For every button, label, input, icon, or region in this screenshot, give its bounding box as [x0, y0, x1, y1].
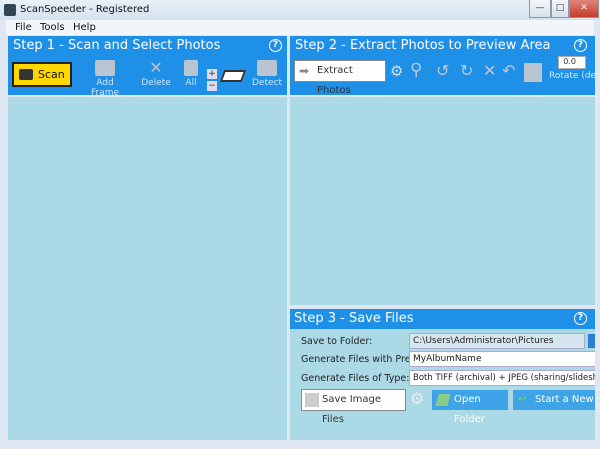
all-label: All: [185, 78, 197, 88]
delete-label: Delete: [141, 78, 171, 88]
new-scan-label: Start a New Scan: [535, 394, 595, 405]
step1-header: Step 1 - Scan and Select Photos ? Scan A…: [8, 36, 287, 98]
step1-title: Step 1 - Scan and Select Photos: [13, 38, 221, 53]
menu-help[interactable]: Help: [73, 22, 96, 33]
file-type-select[interactable]: Both TIFF (archival) + JPEG (sharing/sli…: [409, 370, 595, 386]
minimize-button[interactable]: —: [529, 0, 551, 18]
zoom-in-button[interactable]: +: [207, 69, 217, 79]
scanner-icon: [19, 69, 33, 80]
back-arrow-icon: ↩: [518, 394, 527, 405]
help-icon[interactable]: ?: [574, 39, 587, 52]
add-frame-icon: [95, 60, 115, 76]
browse-folder-button[interactable]: [588, 334, 595, 348]
rotate-left-icon[interactable]: ↺: [436, 61, 449, 80]
delete-button[interactable]: ✕ Delete: [140, 58, 172, 89]
check-page-icon: [184, 60, 198, 76]
extract-photos-button[interactable]: ➡ Extract Photos: [294, 60, 386, 96]
scan-label: Scan: [38, 68, 65, 81]
save-panel: Save to Folder: C:\Users\Administrator\P…: [290, 329, 595, 440]
select-all-button[interactable]: All: [180, 60, 202, 88]
settings-gear-icon[interactable]: ⚙: [410, 389, 424, 408]
folder-label: Save to Folder:: [301, 336, 373, 347]
step2-title: Step 2 - Extract Photos to Preview Area: [295, 38, 551, 53]
menu-file[interactable]: File: [15, 22, 32, 33]
scanner-bed-icon[interactable]: [219, 70, 247, 82]
detect-icon: [257, 60, 277, 76]
help-icon[interactable]: ?: [574, 312, 587, 325]
settings-gear-icon[interactable]: ⚙: [390, 62, 403, 80]
open-folder-label: Open Folder: [454, 394, 485, 425]
delete-x-icon[interactable]: ✕: [483, 61, 496, 80]
window-title: ScanSpeeder - Registered: [20, 4, 150, 15]
folder-icon: [435, 394, 451, 406]
arrow-right-icon: ➡: [299, 64, 310, 78]
prefix-input[interactable]: MyAlbumName: [409, 351, 595, 367]
rotate-right-icon[interactable]: ↻: [460, 61, 473, 80]
rotate-spinner[interactable]: 0.0: [558, 56, 586, 69]
scan-area[interactable]: [8, 97, 287, 440]
preview-area[interactable]: [290, 97, 595, 305]
magnifier-icon[interactable]: ⚲: [410, 60, 422, 80]
detect-label: Detect: [252, 78, 283, 88]
delete-x-icon: ✕: [149, 58, 163, 77]
title-bar: ScanSpeeder - Registered — □ ✕: [0, 0, 600, 20]
check-page-icon[interactable]: [524, 63, 542, 82]
zoom-out-button[interactable]: −: [207, 81, 217, 91]
add-frame-button[interactable]: Add Frame: [82, 60, 128, 98]
detect-button[interactable]: Detect: [252, 60, 282, 88]
folder-field[interactable]: C:\Users\Administrator\Pictures: [409, 333, 585, 349]
step3-title: Step 3 - Save Files: [294, 311, 414, 326]
save-image-files-button[interactable]: Save Image Files: [301, 389, 406, 425]
menu-bar: File Tools Help: [6, 20, 594, 35]
extract-label: Extract Photos: [317, 65, 353, 96]
type-label: Generate Files of Type:: [301, 373, 410, 384]
save-label: Save Image Files: [322, 394, 382, 425]
app-icon: [4, 4, 16, 16]
close-button[interactable]: ✕: [569, 0, 599, 18]
scan-button[interactable]: Scan: [12, 62, 72, 87]
help-icon[interactable]: ?: [269, 39, 282, 52]
start-new-scan-button[interactable]: ↩ Start a New Scan: [513, 390, 595, 410]
open-folder-button[interactable]: Open Folder: [432, 390, 508, 425]
maximize-button[interactable]: □: [551, 0, 569, 18]
step3-header: Step 3 - Save Files ?: [290, 309, 595, 329]
add-frame-label: Add Frame: [90, 78, 120, 98]
step2-header: Step 2 - Extract Photos to Preview Area …: [290, 36, 595, 96]
undo-icon[interactable]: ↶: [502, 61, 515, 80]
rotate-label: Rotate (deg): [549, 71, 595, 81]
floppy-icon: [305, 393, 319, 407]
menu-tools[interactable]: Tools: [40, 22, 65, 33]
prefix-label: Generate Files with Prefix:: [301, 354, 426, 365]
